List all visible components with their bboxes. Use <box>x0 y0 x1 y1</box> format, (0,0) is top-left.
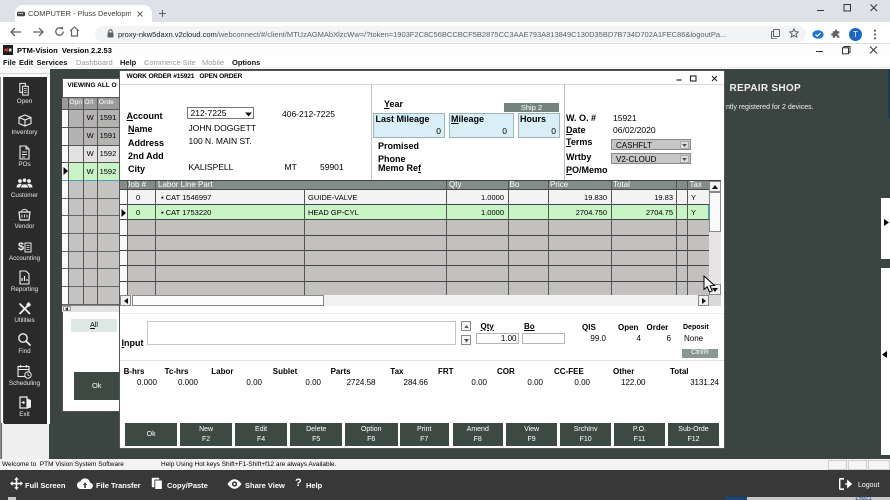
svg-text:$: $ <box>18 241 24 253</box>
